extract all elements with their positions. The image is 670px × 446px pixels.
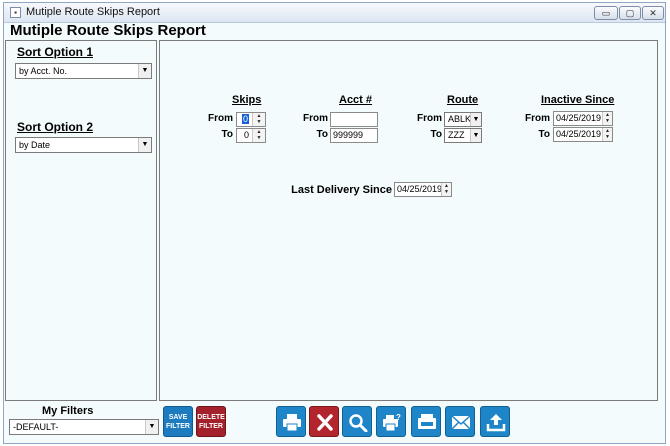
inactive-from-label: From <box>525 113 550 124</box>
acct-from-label: From <box>303 113 328 124</box>
fax-printer-icon <box>418 414 436 429</box>
chevron-down-icon[interactable]: ▼ <box>145 420 158 434</box>
route-to-label: To <box>430 129 442 140</box>
window-title: Mutiple Route Skips Report <box>26 6 160 18</box>
spin-buttons[interactable]: ▲ ▼ <box>441 183 451 196</box>
last-delivery-value: 04/25/2019 <box>397 184 443 194</box>
page-title: Mutiple Route Skips Report <box>10 22 206 39</box>
title-bar: ▪ Mutiple Route Skips Report ▭ ▢ ✕ <box>4 3 665 23</box>
magnifier-icon <box>349 414 368 432</box>
skips-from-label: From <box>208 113 233 124</box>
skips-from-stepper[interactable]: 0 ▲ ▼ <box>236 112 266 127</box>
inactive-to-value: 04/25/2019 <box>556 129 602 139</box>
delete-filter-label-1: DELETE <box>197 414 225 421</box>
route-from-select[interactable]: ABLK ▼ <box>444 112 482 127</box>
chevron-down-icon[interactable]: ▼ <box>470 113 481 126</box>
cancel-x-icon <box>317 414 333 431</box>
email-button[interactable] <box>445 406 475 437</box>
spin-buttons[interactable]: ▲ ▼ <box>252 129 265 142</box>
preview-button[interactable] <box>342 406 372 437</box>
criteria-panel: Skips From 0 ▲ ▼ To 0 ▲ ▼ Acct # From To 9… <box>159 40 658 401</box>
acct-from-input[interactable] <box>330 112 378 127</box>
my-filters-value: -DEFAULT- <box>13 422 59 432</box>
export-upload-icon <box>486 414 506 432</box>
last-delivery-date[interactable]: 04/25/2019 ▲ ▼ <box>394 182 452 197</box>
acct-to-input[interactable]: 999999 <box>330 128 378 143</box>
sort-option-2-label: Sort Option 2 <box>17 120 93 134</box>
spin-buttons[interactable]: ▲ ▼ <box>602 128 612 141</box>
skips-to-value: 0 <box>243 130 249 140</box>
delete-filter-label-2: FILTER <box>199 423 223 430</box>
spin-buttons[interactable]: ▲ ▼ <box>252 113 265 126</box>
save-filter-label-1: SAVE <box>168 414 188 421</box>
last-delivery-label: Last Delivery Since <box>291 184 392 196</box>
route-header: Route <box>447 94 479 106</box>
cancel-button[interactable] <box>309 406 339 437</box>
inactive-to-date[interactable]: 04/25/2019 ▲ ▼ <box>553 127 613 142</box>
inactive-since-header: Inactive Since <box>541 94 615 106</box>
sort-option-1-select[interactable]: by Acct. No. ▼ <box>15 63 152 79</box>
maximize-button[interactable]: ▢ <box>619 6 641 20</box>
spin-buttons[interactable]: ▲ ▼ <box>602 112 612 125</box>
print-options-icon: ? <box>383 413 401 432</box>
printer-icon <box>283 414 301 432</box>
sort-option-1-label: Sort Option 1 <box>17 45 93 59</box>
minimize-button[interactable]: ▭ <box>594 6 618 20</box>
route-from-value: ABLK <box>448 114 472 124</box>
chevron-down-icon[interactable]: ▼ <box>138 64 151 78</box>
route-from-label: From <box>417 113 442 124</box>
acct-header: Acct # <box>339 94 373 106</box>
save-filter-button[interactable]: SAVE FILTER <box>163 406 193 437</box>
chevron-down-icon[interactable]: ▼ <box>470 129 481 142</box>
save-filter-label-2: FILTER <box>166 423 190 430</box>
route-to-select[interactable]: ZZZ ▼ <box>444 128 482 143</box>
my-filters-label: My Filters <box>42 405 94 417</box>
skips-header: Skips <box>232 94 262 106</box>
fax-button[interactable] <box>411 406 441 437</box>
sort-option-2-value: by Date <box>19 140 51 150</box>
export-button[interactable] <box>480 406 510 437</box>
print-options-button[interactable]: ? <box>376 406 406 437</box>
email-icon <box>451 415 471 430</box>
delete-filter-button[interactable]: DELETE FILTER <box>196 406 226 437</box>
sort-option-2-select[interactable]: by Date ▼ <box>15 137 152 153</box>
svg-text:?: ? <box>396 413 401 422</box>
route-to-value: ZZZ <box>448 130 465 140</box>
acct-to-label: To <box>316 129 328 140</box>
sort-options-panel: Sort Option 1 by Acct. No. ▼ Sort Option… <box>5 40 157 401</box>
inactive-from-date[interactable]: 04/25/2019 ▲ ▼ <box>553 111 613 126</box>
print-button[interactable] <box>276 406 306 437</box>
skips-from-value: 0 <box>241 114 249 124</box>
close-button[interactable]: ✕ <box>642 6 664 20</box>
inactive-to-label: To <box>538 129 550 140</box>
inactive-from-value: 04/25/2019 <box>556 113 602 123</box>
skips-to-stepper[interactable]: 0 ▲ ▼ <box>236 128 266 143</box>
sort-option-1-value: by Acct. No. <box>19 66 68 76</box>
app-icon: ▪ <box>10 7 21 18</box>
skips-to-label: To <box>221 129 233 140</box>
chevron-down-icon[interactable]: ▼ <box>138 138 151 152</box>
my-filters-select[interactable]: -DEFAULT- ▼ <box>9 419 159 435</box>
